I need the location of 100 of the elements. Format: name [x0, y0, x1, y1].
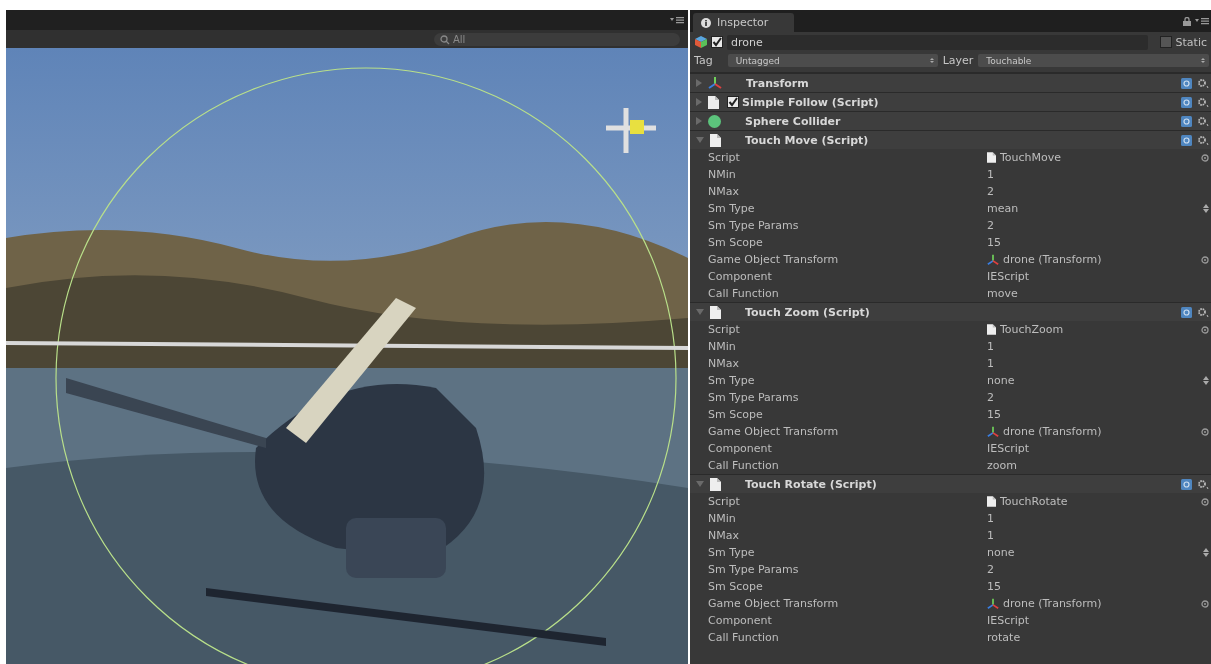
- component-title: Simple Follow (Script): [742, 95, 879, 109]
- property-label: Script: [708, 151, 741, 164]
- document-icon: [710, 477, 721, 491]
- layer-label: Layer: [942, 54, 974, 67]
- property-label: Sm Type Params: [708, 219, 800, 232]
- axes-icon: [708, 76, 722, 90]
- property-label: Call Function: [708, 287, 780, 300]
- property-label: Component: [708, 442, 773, 455]
- property-label: Sm Scope: [708, 408, 764, 421]
- property-label: NMax: [708, 529, 740, 542]
- property-value[interactable]: TouchZoom: [1000, 323, 1064, 336]
- search-field[interactable]: All: [434, 32, 680, 46]
- property-label: Game Object Transform: [708, 597, 840, 610]
- property-value[interactable]: none: [987, 374, 1015, 387]
- tag-dropdown[interactable]: Untagged: [727, 54, 938, 67]
- property-label: Game Object Transform: [708, 253, 840, 266]
- object-picker-icon[interactable]: [1201, 255, 1209, 264]
- settings-icon[interactable]: [1197, 478, 1209, 490]
- document-icon: [987, 152, 996, 163]
- property-label: NMin: [708, 512, 737, 525]
- component-title: Touch Zoom (Script): [745, 305, 870, 319]
- inspector-tab[interactable]: Inspector: [693, 13, 795, 32]
- settings-icon[interactable]: [1197, 77, 1209, 89]
- static-checkbox[interactable]: [1159, 36, 1172, 48]
- property-value: 1: [987, 529, 994, 542]
- name-field[interactable]: drone: [727, 34, 1148, 50]
- object-picker-icon[interactable]: [1201, 497, 1209, 506]
- property-label: NMin: [708, 340, 737, 353]
- property-label: Sm Type Params: [708, 391, 800, 404]
- property-value: 15: [987, 580, 1001, 593]
- settings-icon[interactable]: [1197, 115, 1209, 127]
- help-icon[interactable]: [1181, 77, 1192, 89]
- property-label: Sm Type: [708, 202, 756, 215]
- property-label: Script: [708, 495, 741, 508]
- property-value: 2: [987, 391, 994, 404]
- property-value: 1: [987, 357, 994, 370]
- document-icon: [987, 324, 996, 335]
- property-value: IEScript: [987, 442, 1030, 455]
- property-value: 1: [987, 512, 994, 525]
- dropdown-arrows-icon[interactable]: [1203, 204, 1209, 213]
- property-value: zoom: [987, 459, 1017, 472]
- property-value: rotate: [987, 631, 1021, 644]
- dropdown-arrows-icon[interactable]: [1203, 376, 1209, 385]
- property-value: 15: [987, 236, 1001, 249]
- info-icon: [701, 17, 711, 28]
- active-checkbox[interactable]: [711, 36, 723, 48]
- object-picker-icon[interactable]: [1201, 599, 1209, 608]
- property-value[interactable]: drone (Transform): [1003, 425, 1102, 438]
- property-label: Component: [708, 614, 773, 627]
- menu-icon[interactable]: [670, 16, 684, 24]
- property-label: Sm Type: [708, 374, 756, 387]
- document-icon: [987, 496, 996, 507]
- component-title: Touch Rotate (Script): [745, 477, 877, 491]
- property-value: 15: [987, 408, 1001, 421]
- enable-checkbox[interactable]: [727, 96, 739, 108]
- property-label: Script: [708, 323, 741, 336]
- object-picker-icon[interactable]: [1201, 153, 1209, 162]
- help-icon[interactable]: [1181, 478, 1192, 490]
- property-value: 1: [987, 168, 994, 181]
- property-label: Call Function: [708, 459, 780, 472]
- property-value[interactable]: TouchMove: [1000, 151, 1062, 164]
- property-label: Game Object Transform: [708, 425, 840, 438]
- property-value[interactable]: mean: [987, 202, 1019, 215]
- property-value[interactable]: drone (Transform): [1003, 253, 1102, 266]
- help-icon[interactable]: [1181, 115, 1192, 127]
- layer-dropdown[interactable]: Touchable: [978, 54, 1209, 67]
- settings-icon[interactable]: [1197, 96, 1209, 108]
- property-value: 1: [987, 340, 994, 353]
- cube-icon: [695, 36, 707, 48]
- property-label: NMax: [708, 357, 740, 370]
- tag-label: Tag: [694, 54, 713, 67]
- object-picker-icon[interactable]: [1201, 325, 1209, 334]
- property-value: IEScript: [987, 614, 1030, 627]
- component-title: Transform: [746, 76, 809, 90]
- settings-icon[interactable]: [1197, 134, 1209, 146]
- help-icon[interactable]: [1181, 134, 1192, 146]
- component-title: Sphere Collider: [745, 114, 841, 128]
- object-picker-icon[interactable]: [1201, 427, 1209, 436]
- static-label: Static: [1175, 35, 1207, 49]
- axes-icon: [987, 253, 999, 266]
- search-icon: [440, 34, 450, 45]
- sphere-icon: [708, 114, 721, 128]
- property-value[interactable]: drone (Transform): [1003, 597, 1102, 610]
- lock-icon[interactable]: [1183, 16, 1191, 26]
- settings-icon[interactable]: [1197, 306, 1209, 318]
- document-icon: [710, 133, 721, 147]
- property-label: Sm Scope: [708, 236, 764, 249]
- property-label: NMin: [708, 168, 737, 181]
- property-label: Sm Scope: [708, 580, 764, 593]
- property-label: NMax: [708, 185, 740, 198]
- property-value[interactable]: none: [987, 546, 1015, 559]
- property-value[interactable]: TouchRotate: [1000, 495, 1068, 508]
- help-icon[interactable]: [1181, 306, 1192, 318]
- axes-icon: [987, 597, 999, 610]
- menu-icon[interactable]: [1195, 17, 1209, 25]
- dropdown-arrows-icon[interactable]: [1203, 548, 1209, 557]
- help-icon[interactable]: [1181, 96, 1192, 108]
- document-icon: [708, 95, 719, 109]
- property-label: Sm Type Params: [708, 563, 800, 576]
- property-value: move: [987, 287, 1018, 300]
